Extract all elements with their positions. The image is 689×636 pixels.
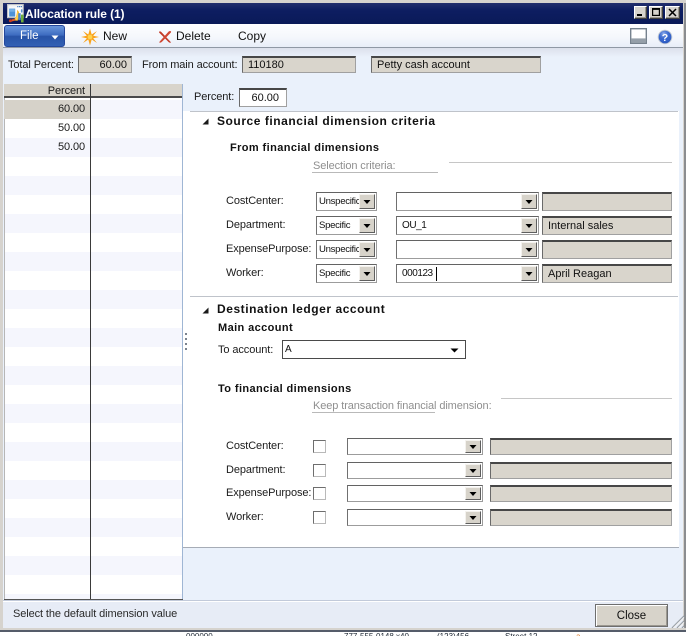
svg-text:?: ?	[662, 32, 668, 44]
